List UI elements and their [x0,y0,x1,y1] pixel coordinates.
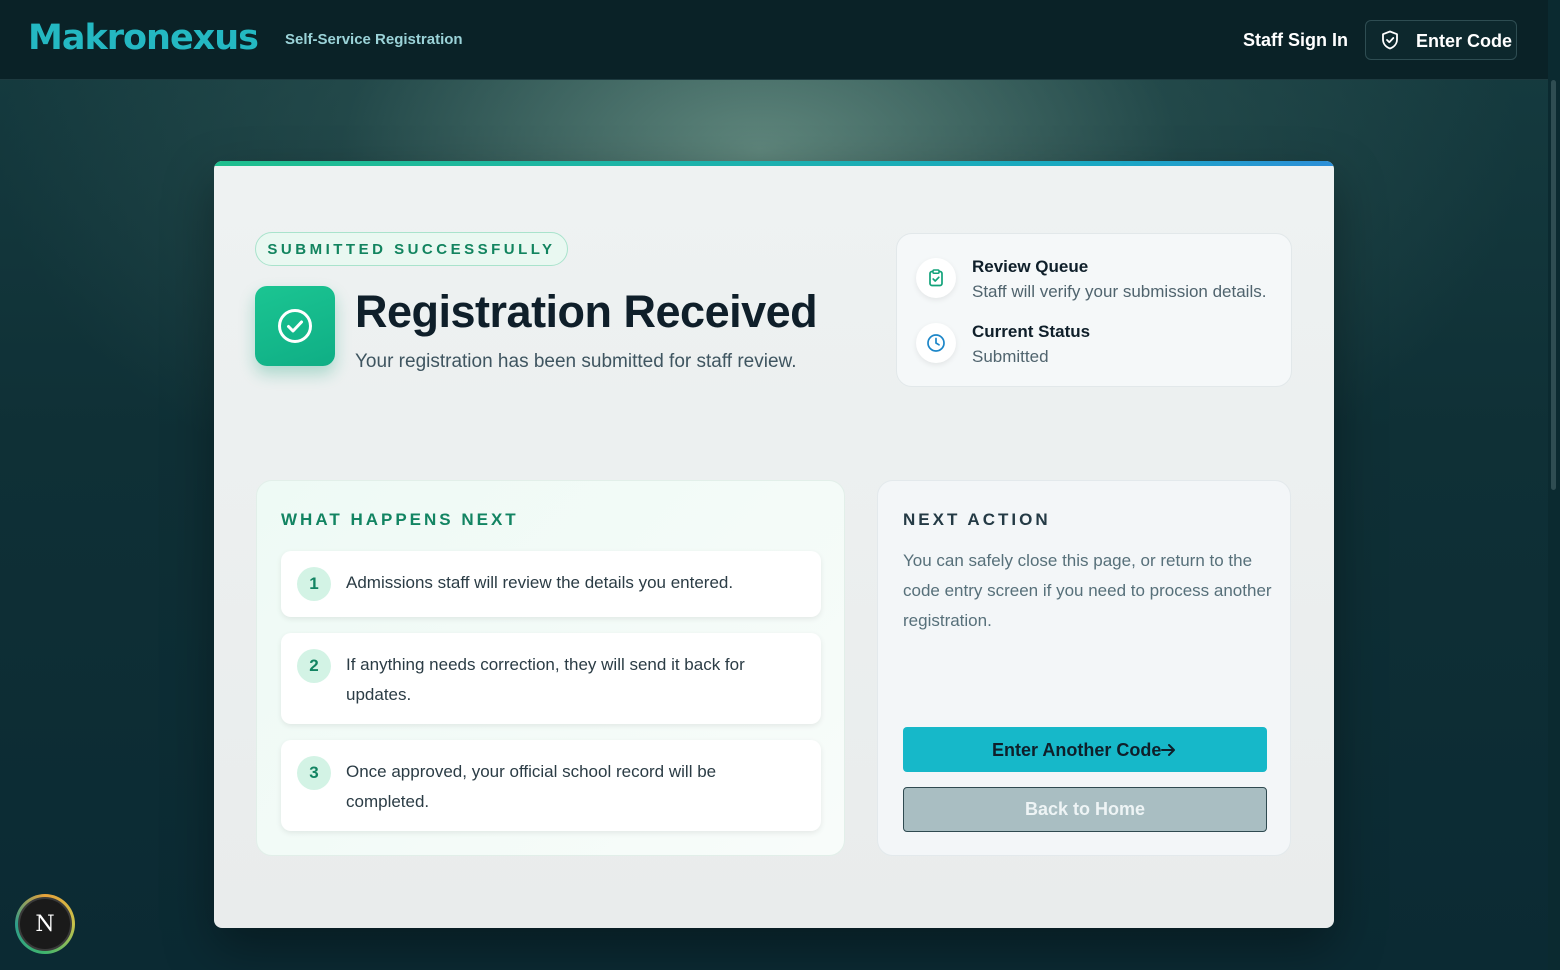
card-accent-bar [214,161,1334,166]
enter-code-button[interactable]: Enter Code [1365,20,1517,60]
app-subtitle: Self-Service Registration [285,31,463,48]
dev-tools-letter: N [18,897,72,951]
check-circle-icon [278,309,312,343]
step-text: If anything needs correction, they will … [346,655,745,704]
page-subtitle: Your registration has been submitted for… [355,351,797,372]
next-action-description: You can safely close this page, or retur… [903,551,1272,630]
next-action-panel: NEXT ACTION You can safely close this pa… [877,480,1291,856]
back-to-home-button[interactable]: Back to Home [903,787,1267,832]
success-check-tile [255,286,335,366]
status-summary-panel: Review Queue Staff will verify your subm… [896,233,1292,387]
what-happens-next-heading: WHAT HAPPENS NEXT [281,510,519,529]
brand-logo[interactable]: Makronexus [28,18,259,58]
step-number: 1 [297,567,331,601]
step-text: Admissions staff will review the details… [346,573,734,592]
review-queue-text: Staff will verify your submission detail… [972,282,1267,301]
current-status-title: Current Status [972,322,1091,341]
what-happens-next-panel: WHAT HAPPENS NEXT 1 Admissions staff wil… [256,480,845,856]
confirmation-card: SUBMITTED SUCCESSFULLY Registration Rece… [214,161,1334,928]
arrow-right-icon [1161,744,1175,756]
step-number: 2 [297,649,331,683]
staff-sign-in-link[interactable]: Staff Sign In [1243,30,1348,51]
shield-icon [1381,30,1399,50]
step-item-1: 1 Admissions staff will review the detai… [281,551,821,617]
step-item-2: 2 If anything needs correction, they wil… [281,633,821,724]
top-navigation-bar: Makronexus Self-Service Registration Sta… [0,0,1548,80]
step-number: 3 [297,756,331,790]
current-status-value: Submitted [972,347,1049,366]
step-text: Once approved, your official school reco… [346,762,717,811]
enter-another-code-button[interactable]: Enter Another Code [903,727,1267,772]
clock-icon [916,323,956,363]
page-title: Registration Received [355,286,818,337]
clipboard-check-icon [916,258,956,298]
next-action-heading: NEXT ACTION [903,510,1051,529]
scrollbar-thumb[interactable] [1551,80,1556,490]
dev-tools-badge[interactable]: N [15,894,75,954]
submitted-status-badge: SUBMITTED SUCCESSFULLY [255,232,568,266]
enter-another-code-label: Enter Another Code [992,740,1162,760]
step-item-3: 3 Once approved, your official school re… [281,740,821,831]
review-queue-title: Review Queue [972,257,1089,276]
enter-code-label: Enter Code [1416,31,1513,51]
